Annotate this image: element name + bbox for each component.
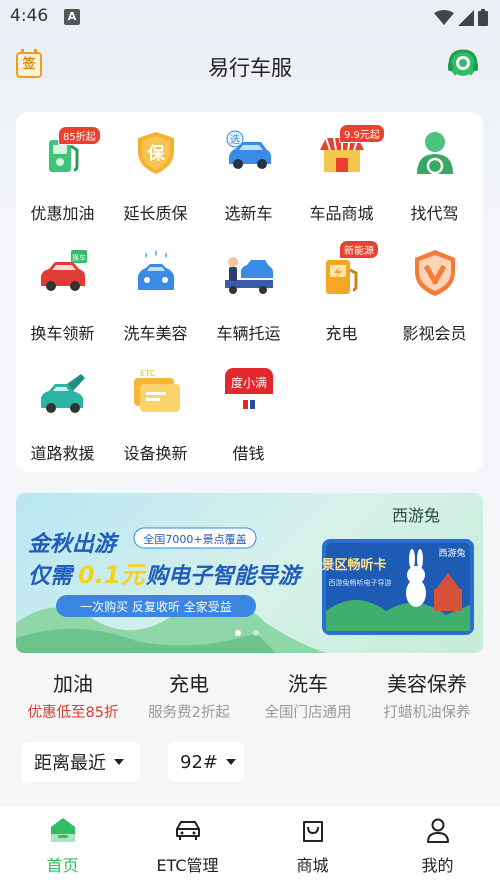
shield-icon-text: 保: [147, 143, 166, 164]
service-device-renewal[interactable]: ETC 设备换新: [109, 352, 202, 472]
service-label: 车品商城: [309, 204, 374, 223]
service-label: 影视会员: [402, 324, 467, 343]
banner-headline-1: 金秋出游: [28, 531, 120, 557]
service-new-car[interactable]: 选 选新车: [202, 112, 295, 232]
service-label: 找代驾: [410, 204, 459, 223]
service-car-transport[interactable]: 车辆托运: [202, 232, 295, 352]
service-charging[interactable]: 新能源 充电: [295, 232, 388, 352]
service-car-shop[interactable]: 9.9元起 车品商城: [295, 112, 388, 232]
category-charging[interactable]: 充电 服务费2折起: [129, 668, 249, 722]
service-label: 优惠加油: [30, 204, 95, 223]
signal-icon: [458, 9, 474, 26]
battery-icon: [478, 9, 488, 26]
etc-card-icon-text: ETC: [140, 369, 155, 378]
new-car-icon: 选: [226, 130, 271, 169]
banner-brand: 西游兔: [392, 506, 440, 525]
services-card: 85折起 优惠加油 保 延长质保 选 选新车 9.9元起 车品商城 找代驾 换车…: [16, 112, 483, 472]
category-car-wash[interactable]: 洗车 全国门店通用: [248, 668, 368, 722]
video-membership-icon: [415, 250, 455, 296]
service-badge: 85折起: [58, 126, 101, 145]
banner-slogan: 一次购买 反复收听 全家受益: [80, 599, 232, 614]
tab-label: 商城: [296, 856, 329, 875]
category-maintenance[interactable]: 美容保养 打蜡机油保养: [367, 668, 487, 722]
tab-profile[interactable]: 我的: [375, 806, 500, 888]
sort-dropdown-value: 距离最近: [34, 753, 106, 774]
tab-label: 首页: [46, 856, 79, 875]
page-title: 易行车服: [208, 56, 292, 80]
banner-card-brand: 西游兔: [438, 547, 465, 559]
fuel-type-value: 92#: [180, 751, 218, 773]
status-bar: 4:46 A: [0, 0, 500, 34]
service-video-membership[interactable]: 影视会员: [388, 232, 481, 352]
service-car-wash[interactable]: 洗车美容: [109, 232, 202, 352]
service-label: 延长质保: [123, 204, 188, 223]
service-label: 洗车美容: [123, 324, 188, 343]
tab-mall[interactable]: 商城: [250, 806, 375, 888]
sort-dropdown[interactable]: 距离最近: [22, 742, 140, 782]
banner-tag: 全国7000+景点覆盖: [143, 532, 246, 546]
service-car-trade-in[interactable]: 换车 换车领新: [16, 232, 109, 352]
etc-card-icon: ETC: [134, 369, 180, 412]
customer-service-icon[interactable]: [446, 48, 480, 82]
shopping-bag-icon: [303, 821, 323, 842]
profile-icon: [427, 818, 449, 843]
banner-headline-2-post: 购电子智能导游: [145, 563, 304, 589]
tow-truck-icon: [225, 257, 273, 294]
banner-headline-2-price: 0.1元: [78, 561, 148, 589]
category-subtitle: 服务费2折起: [148, 705, 230, 721]
home-icon: [51, 818, 75, 842]
service-label: 车辆托运: [216, 324, 281, 343]
shield-icon: 保: [138, 132, 174, 174]
banner-card-sub: 西游兔畅听电子导游: [329, 578, 392, 587]
fuel-type-dropdown[interactable]: 92#: [168, 742, 244, 782]
category-subtitle: 优惠低至85折: [27, 705, 119, 721]
header: 签 易行车服: [0, 40, 500, 90]
service-label: 充电: [325, 324, 358, 343]
banner-headline-2-pre: 仅需: [28, 564, 75, 589]
promo-banner[interactable]: 西游兔 金秋出游 全国7000+景点覆盖 仅需 0.1元 购电子智能导游 一次购…: [16, 493, 483, 653]
tab-label: 我的: [421, 856, 454, 875]
category-tabs: 加油 优惠低至85折 充电 服务费2折起 洗车 全国门店通用 美容保养 打蜡机油…: [16, 668, 483, 728]
driver-icon: [417, 132, 453, 175]
banner-card-title: 景区畅听卡: [321, 557, 386, 573]
road-rescue-icon: [41, 374, 85, 413]
service-label: 换车领新: [30, 324, 95, 343]
service-label: 选新车: [224, 204, 273, 223]
category-title: 充电: [169, 672, 209, 696]
category-subtitle: 打蜡机油保养: [383, 705, 471, 721]
service-badge: 新能源: [339, 240, 379, 259]
notification-a-icon: A: [64, 9, 80, 25]
tab-home[interactable]: 首页: [0, 806, 125, 888]
service-designated-driver[interactable]: 找代驾: [388, 112, 481, 232]
category-title: 洗车: [288, 672, 328, 696]
service-badge: 9.9元起: [339, 124, 385, 143]
service-label: 借钱: [232, 444, 265, 463]
category-subtitle: 全国门店通用: [264, 705, 352, 721]
chevron-down-icon: [114, 759, 124, 765]
wifi-icon: [434, 9, 454, 25]
car-icon: [176, 821, 200, 840]
category-title: 美容保养: [387, 672, 467, 696]
service-loan[interactable]: 度小满 借钱: [202, 352, 295, 472]
tab-etc-management[interactable]: ETC管理: [125, 806, 250, 888]
category-title: 加油: [53, 672, 93, 696]
chevron-down-icon: [226, 759, 236, 765]
category-fuel[interactable]: 加油 优惠低至85折: [13, 668, 133, 722]
new-car-icon-text: 选: [230, 133, 240, 146]
service-label: 设备换新: [123, 444, 188, 463]
duxiaoman-icon: 度小满: [225, 368, 273, 416]
status-indicators: [434, 9, 488, 26]
car-wash-icon: [138, 250, 174, 290]
service-fuel-discount[interactable]: 85折起 优惠加油: [16, 112, 109, 232]
car-swap-icon-text: 换车: [72, 253, 86, 262]
tab-label: ETC管理: [156, 856, 219, 875]
banner-artwork: 西游兔 金秋出游 全国7000+景点覆盖 仅需 0.1元 购电子智能导游 一次购…: [16, 506, 474, 653]
status-time: 4:46: [10, 6, 49, 26]
service-road-rescue[interactable]: 道路救援: [16, 352, 109, 472]
service-label: 道路救援: [30, 444, 95, 463]
car-swap-icon: 换车: [41, 250, 87, 291]
duxiaoman-icon-text: 度小满: [231, 375, 267, 390]
bottom-tab-bar: 首页 ETC管理 商城 我的: [0, 805, 500, 888]
service-extended-warranty[interactable]: 保 延长质保: [109, 112, 202, 232]
